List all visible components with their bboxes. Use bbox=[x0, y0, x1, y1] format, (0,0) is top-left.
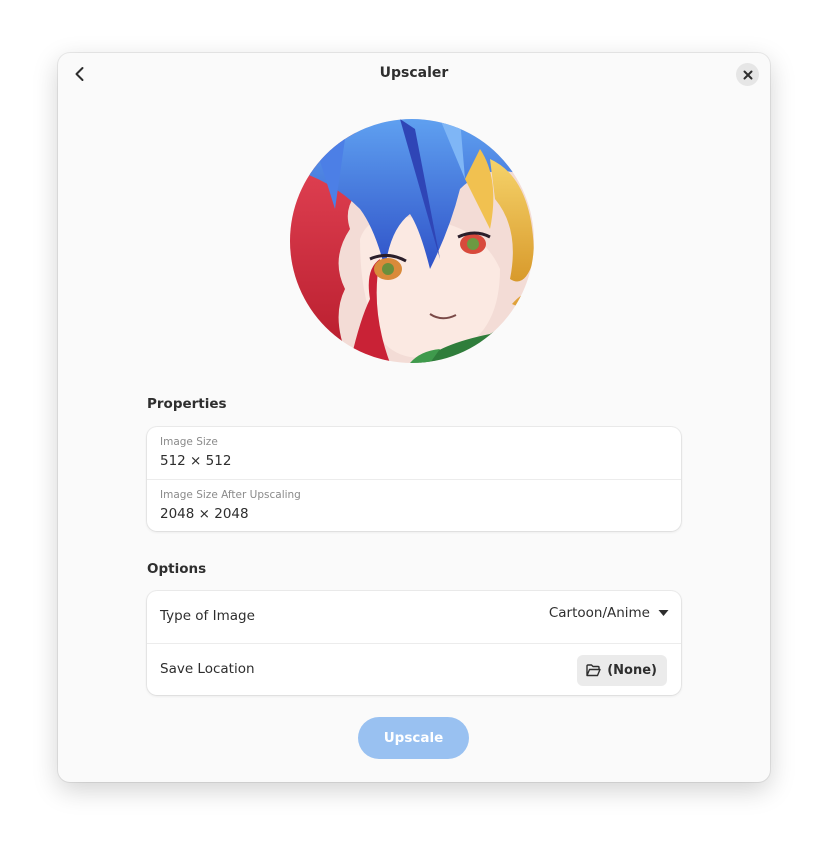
image-size-row: Image Size 512 × 512 bbox=[147, 427, 681, 479]
upscaled-size-label: Image Size After Upscaling bbox=[160, 489, 301, 501]
upscale-button[interactable]: Upscale bbox=[358, 717, 469, 759]
properties-heading: Properties bbox=[147, 396, 227, 412]
headerbar: Upscaler bbox=[58, 53, 770, 97]
save-location-row: Save Location (None) bbox=[147, 643, 681, 695]
image-size-label: Image Size bbox=[160, 436, 218, 448]
type-of-image-row[interactable]: Type of Image Cartoon/Anime bbox=[147, 591, 681, 643]
upscaled-size-row: Image Size After Upscaling 2048 × 2048 bbox=[147, 479, 681, 531]
properties-card: Image Size 512 × 512 Image Size After Up… bbox=[147, 427, 681, 531]
image-size-value: 512 × 512 bbox=[160, 453, 232, 469]
type-of-image-dropdown[interactable]: Cartoon/Anime bbox=[549, 605, 669, 621]
options-card: Type of Image Cartoon/Anime Save Locatio… bbox=[147, 591, 681, 695]
options-heading: Options bbox=[147, 561, 207, 577]
window-close-icon bbox=[743, 70, 752, 79]
image-preview bbox=[290, 119, 534, 363]
type-of-image-value: Cartoon/Anime bbox=[548, 605, 650, 621]
type-of-image-label: Type of Image bbox=[160, 608, 255, 624]
upscaled-size-value: 2048 × 2048 bbox=[160, 506, 249, 522]
save-location-button[interactable]: (None) bbox=[577, 655, 667, 686]
folder-open-icon bbox=[586, 664, 601, 677]
window-title: Upscaler bbox=[379, 65, 449, 81]
anime-portrait-artwork bbox=[290, 119, 534, 363]
close-button[interactable] bbox=[736, 63, 759, 86]
pan-down-icon bbox=[658, 610, 669, 616]
save-location-value: (None) bbox=[607, 663, 657, 678]
save-location-label: Save Location bbox=[160, 661, 255, 677]
upscaler-window: Upscaler Properties Image Size 512 × 512… bbox=[58, 53, 770, 782]
